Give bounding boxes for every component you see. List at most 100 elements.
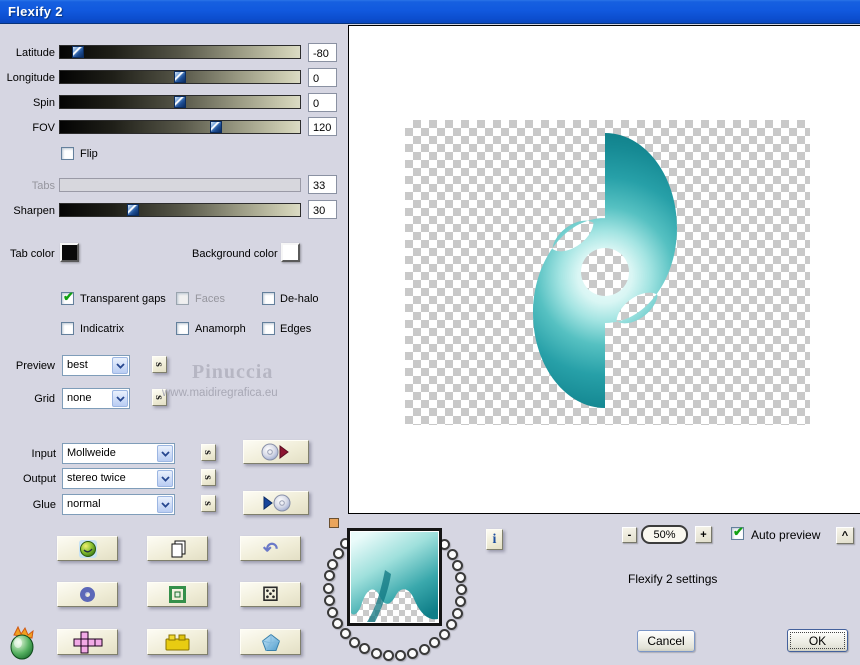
glue-select[interactable]: normal [62, 494, 175, 515]
latitude-slider-handle[interactable] [72, 46, 85, 58]
frame-button[interactable] [147, 582, 208, 607]
flexify-dialog: Flexify 2 Latitude Longitude Spin [0, 0, 860, 665]
glue-s-button[interactable]: s [201, 495, 216, 512]
longitude-value-input[interactable] [308, 68, 337, 87]
copy-button[interactable] [147, 536, 208, 561]
output-projection-value: stereo twice [67, 472, 126, 484]
brick-button[interactable] [147, 629, 208, 655]
fov-slider[interactable] [59, 120, 301, 134]
info-button[interactable]: i [486, 529, 503, 550]
torus-button[interactable] [57, 582, 118, 607]
cancel-button[interactable]: Cancel [637, 630, 695, 652]
check-icon: ✔ [733, 524, 744, 539]
dial-dot [332, 547, 344, 559]
dial-dot [407, 648, 419, 660]
edges-label: Edges [280, 323, 312, 335]
longitude-slider[interactable] [59, 70, 301, 84]
latitude-slider[interactable] [59, 45, 301, 59]
fov-slider-handle[interactable] [210, 121, 223, 133]
indicatrix-checkbox[interactable] [61, 322, 74, 335]
dial-dot [359, 643, 371, 655]
glue-label: Glue [32, 499, 56, 511]
cd-play-icon [261, 443, 289, 461]
ok-button[interactable]: OK [787, 629, 848, 652]
input-projection-select[interactable]: Mollweide [62, 443, 175, 464]
minus-icon: - [627, 529, 632, 541]
tabs-slider [59, 178, 301, 192]
info-icon: i [492, 531, 497, 547]
preview-mode-select[interactable]: best [62, 355, 130, 376]
latitude-value-input[interactable] [308, 43, 337, 62]
load-settings-button[interactable] [243, 440, 309, 464]
thumbnail-checkerboard [351, 532, 438, 622]
dial-dot [455, 596, 467, 608]
preview-mode-value: best [67, 359, 88, 371]
chevron-down-icon[interactable] [112, 357, 128, 374]
check-icon: ✔ [63, 289, 74, 304]
thumbnail-frame[interactable] [347, 528, 442, 626]
dial-dot [322, 582, 334, 594]
dial-dot [332, 618, 344, 630]
caret-up-icon: ^ [841, 529, 849, 542]
longitude-label: Longitude [6, 72, 55, 84]
tab-color-swatch[interactable] [60, 243, 79, 262]
crystal-button[interactable] [240, 629, 301, 655]
undo-button[interactable]: ↶ [240, 536, 301, 561]
glue-value: normal [67, 498, 101, 510]
zoom-level-button[interactable]: 50% [641, 525, 688, 544]
spin-slider[interactable] [59, 95, 301, 109]
chevron-down-icon[interactable] [157, 470, 173, 487]
chevron-down-icon[interactable] [112, 390, 128, 407]
dial-dot [438, 629, 450, 641]
auto-preview-checkbox[interactable]: ✔ [731, 524, 744, 540]
background-color-swatch[interactable] [281, 243, 300, 262]
output-label: Output [22, 473, 56, 485]
play-cd-icon [263, 494, 291, 512]
grid-select[interactable]: none [62, 388, 130, 409]
dice-button[interactable]: ⚄ [240, 582, 301, 607]
fov-value-input[interactable] [308, 117, 337, 136]
save-settings-button[interactable] [243, 491, 309, 515]
dial-dot [429, 637, 441, 649]
watermark-name: Pinuccia [192, 361, 274, 383]
unfold-cross-icon [73, 631, 102, 653]
zoom-in-button[interactable]: + [695, 526, 712, 543]
de-halo-checkbox[interactable] [262, 292, 275, 305]
output-s-button[interactable]: s [201, 469, 216, 486]
sharpen-slider[interactable] [59, 203, 301, 217]
output-projection-select[interactable]: stereo twice [62, 468, 175, 489]
preview-s-button[interactable]: s [152, 356, 167, 373]
dial-dot [382, 650, 394, 662]
dial-dot [456, 583, 468, 595]
edges-checkbox[interactable] [262, 322, 275, 335]
unfold-button[interactable] [57, 629, 118, 655]
indicatrix-label: Indicatrix [80, 323, 125, 335]
dial-marker [329, 518, 339, 528]
crystal-pentagon-icon [261, 633, 280, 651]
tabs-value-input[interactable] [308, 175, 337, 194]
collapse-button[interactable]: ^ [836, 527, 854, 544]
anamorph-checkbox[interactable] [176, 322, 189, 335]
spin-label: Spin [32, 97, 55, 109]
transparent-gaps-checkbox[interactable]: ✔ [61, 289, 74, 305]
input-s-button[interactable]: s [201, 444, 216, 461]
zoom-out-button[interactable]: - [622, 527, 637, 543]
plus-icon: + [700, 528, 707, 541]
titlebar[interactable]: Flexify 2 [0, 0, 860, 24]
sharpen-slider-handle[interactable] [127, 204, 140, 216]
chevron-down-icon[interactable] [157, 445, 173, 462]
square-frame-icon [169, 586, 186, 603]
window-title: Flexify 2 [8, 4, 63, 19]
preview-mode-label: Preview [15, 360, 55, 372]
spin-value-input[interactable] [308, 93, 337, 112]
about-button[interactable] [57, 536, 118, 561]
auto-preview-label: Auto preview [751, 528, 821, 542]
sharpen-value-input[interactable] [308, 200, 337, 219]
flip-checkbox[interactable] [61, 147, 74, 160]
longitude-slider-handle[interactable] [173, 71, 186, 83]
copy-icon [171, 540, 185, 557]
dial-dot [451, 608, 463, 620]
spin-slider-handle[interactable] [173, 96, 186, 108]
chevron-down-icon[interactable] [157, 496, 173, 513]
sharpen-label: Sharpen [13, 205, 55, 217]
